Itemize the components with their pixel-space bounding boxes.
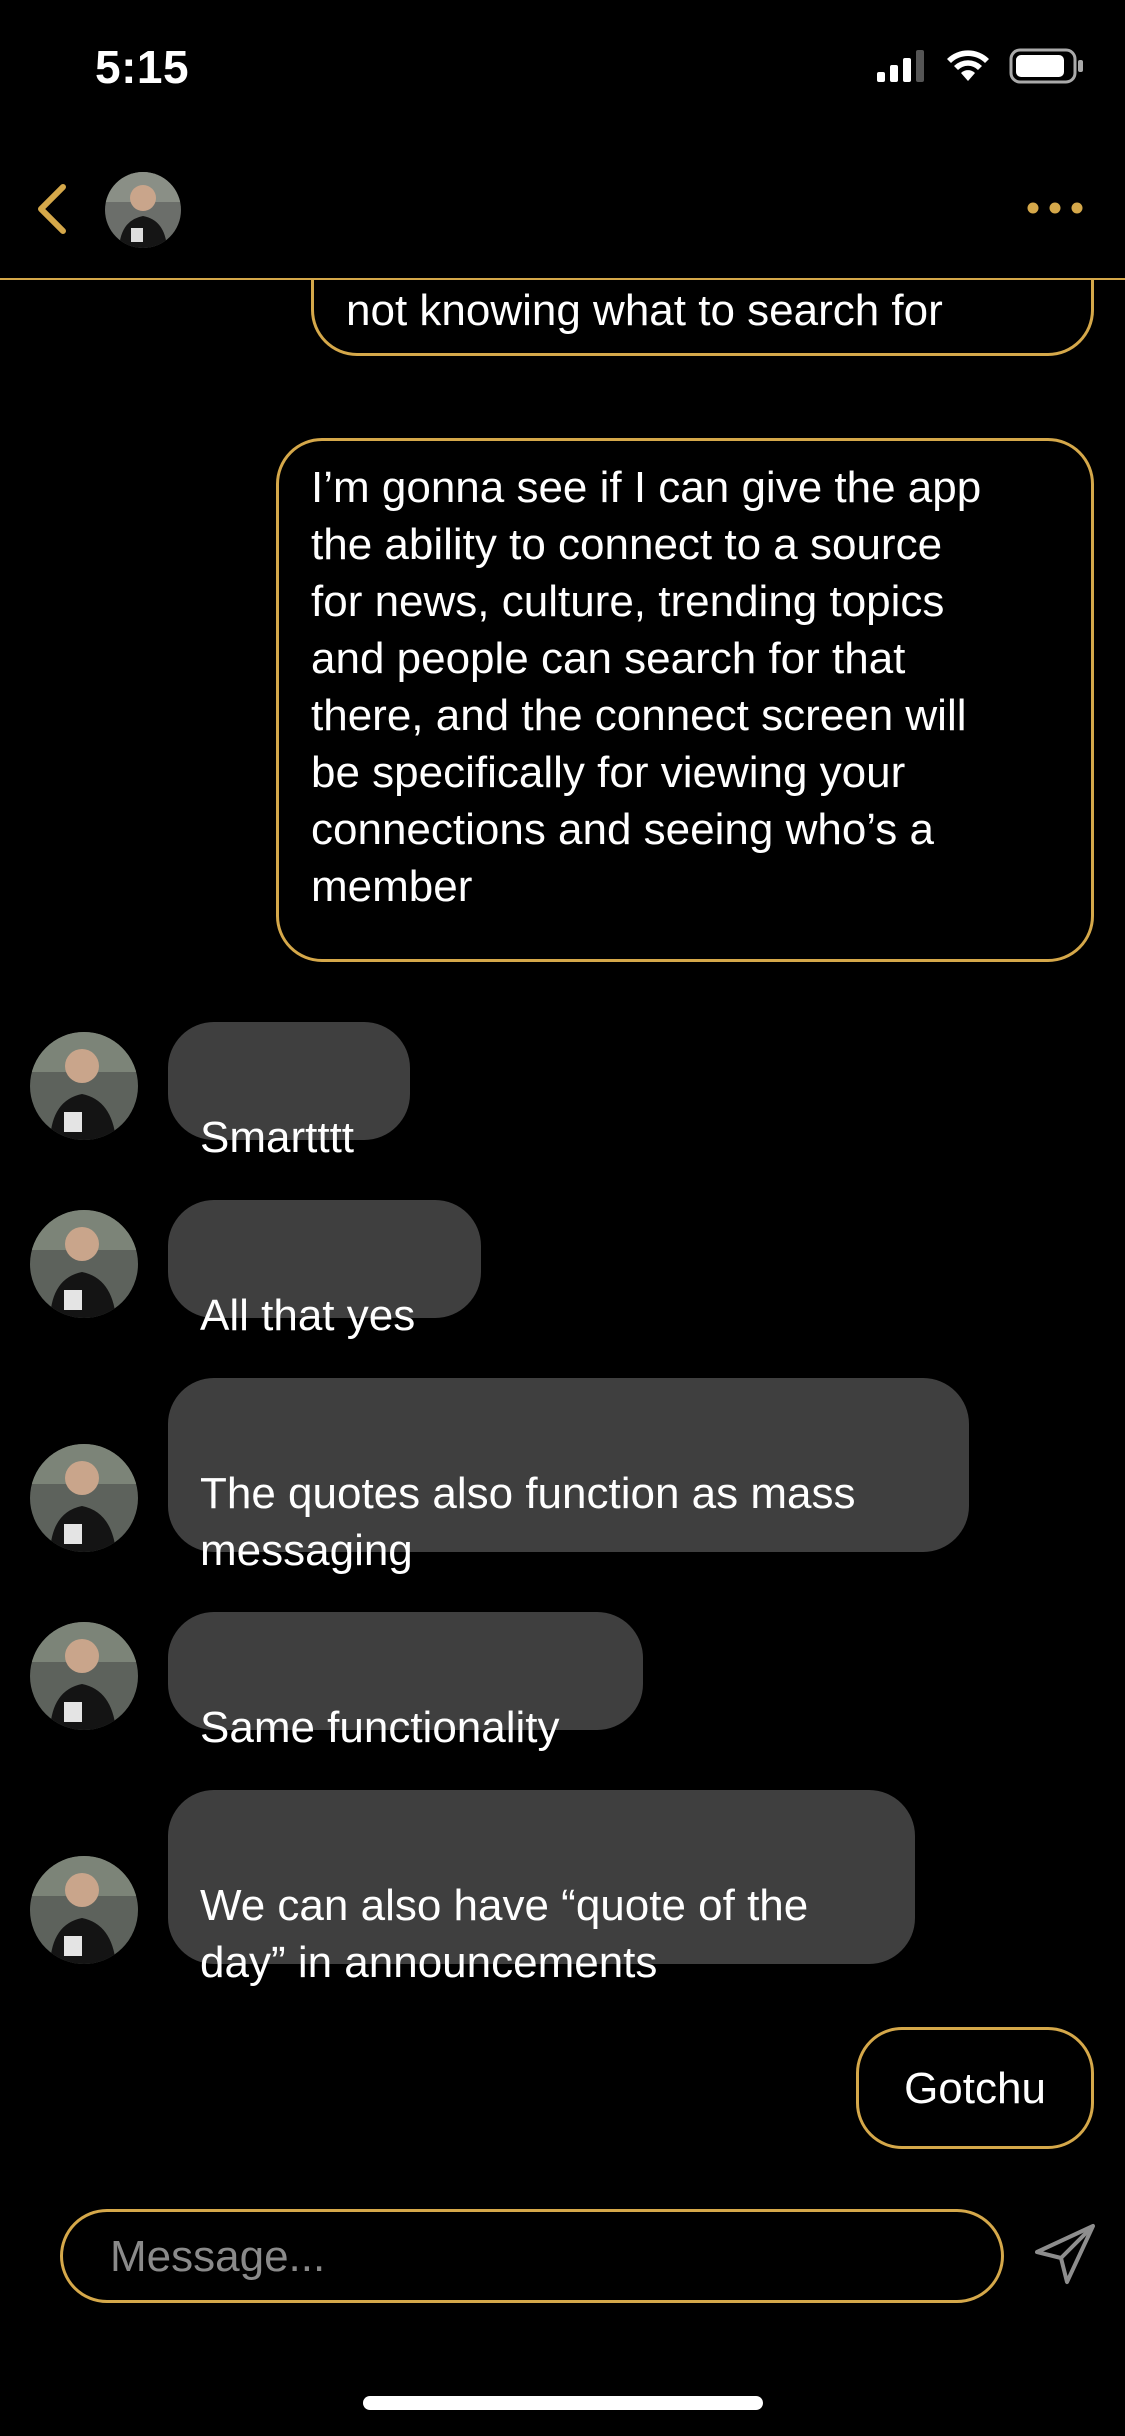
message-text: not knowing what to search for bbox=[346, 286, 943, 335]
chat-header bbox=[0, 140, 1125, 280]
battery-icon bbox=[1009, 48, 1085, 89]
message-line: member bbox=[311, 862, 473, 911]
message-input[interactable] bbox=[108, 2212, 962, 2302]
message-text: Gotchu bbox=[904, 2064, 1046, 2113]
message-text: All that yes bbox=[200, 1291, 416, 1340]
incoming-message-row bbox=[30, 1032, 138, 1140]
chevron-left-icon bbox=[35, 183, 69, 240]
incoming-message[interactable]: Same functionality bbox=[168, 1612, 643, 1752]
message-line: the ability to connect to a source bbox=[311, 520, 943, 569]
message-text: Smartttt bbox=[200, 1113, 355, 1162]
incoming-message-row bbox=[30, 1622, 138, 1730]
wifi-icon bbox=[945, 49, 991, 88]
incoming-message[interactable]: We can also have “quote of the day” in a… bbox=[168, 1790, 915, 1987]
message-line: I’m gonna see if I can give the app bbox=[311, 463, 982, 512]
message-list[interactable]: not knowing what to search for I’m gonna… bbox=[0, 280, 1125, 2180]
incoming-message[interactable]: All that yes bbox=[168, 1200, 481, 1340]
message-line: for news, culture, trending topics bbox=[311, 577, 945, 626]
status-icons bbox=[877, 48, 1085, 89]
message-line: be specifically for viewing your bbox=[311, 748, 906, 797]
back-button[interactable] bbox=[22, 176, 82, 246]
message-text: We can also have “quote of the day” in a… bbox=[200, 1881, 809, 1987]
sender-avatar[interactable] bbox=[30, 1444, 138, 1552]
outgoing-message[interactable]: I’m gonna see if I can give the app the … bbox=[276, 438, 1094, 962]
more-options-button[interactable] bbox=[1015, 185, 1095, 235]
sender-avatar[interactable] bbox=[30, 1032, 138, 1140]
contact-avatar[interactable] bbox=[105, 172, 181, 248]
ellipsis-icon bbox=[1027, 201, 1083, 219]
incoming-message[interactable]: Smartttt bbox=[168, 1022, 410, 1162]
signal-icon bbox=[877, 50, 927, 87]
outgoing-message[interactable]: Gotchu bbox=[856, 2027, 1094, 2149]
message-composer bbox=[60, 2209, 1004, 2303]
incoming-message[interactable]: The quotes also function as mass messagi… bbox=[168, 1378, 969, 1575]
sender-avatar[interactable] bbox=[30, 1856, 138, 1964]
message-line: and people can search for that bbox=[311, 634, 906, 683]
send-button[interactable] bbox=[1030, 2218, 1100, 2294]
message-line: connections and seeing who’s a bbox=[311, 805, 934, 854]
home-indicator bbox=[363, 2396, 763, 2410]
incoming-message-row bbox=[30, 1444, 138, 1552]
message-text: Same functionality bbox=[200, 1703, 560, 1752]
message-text: The quotes also function as mass messagi… bbox=[200, 1469, 856, 1575]
sender-avatar[interactable] bbox=[30, 1622, 138, 1730]
sender-avatar[interactable] bbox=[30, 1210, 138, 1318]
outgoing-message[interactable]: not knowing what to search for bbox=[311, 280, 1094, 356]
status-time: 5:15 bbox=[95, 41, 190, 93]
paper-plane-icon bbox=[1033, 2222, 1097, 2291]
status-bar: 5:15 bbox=[0, 0, 1125, 140]
incoming-message-row bbox=[30, 1856, 138, 1964]
message-line: there, and the connect screen will bbox=[311, 691, 967, 740]
incoming-message-row bbox=[30, 1210, 138, 1318]
